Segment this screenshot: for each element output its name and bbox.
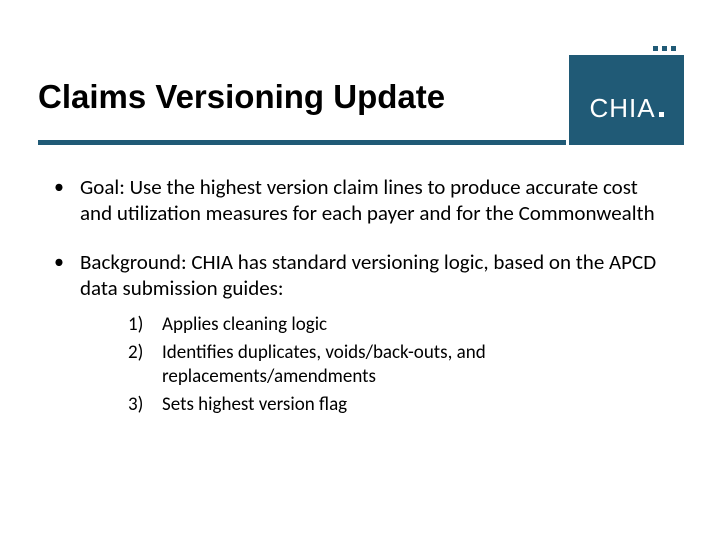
bullet-item: Background: CHIA has standard versioning…	[48, 250, 660, 416]
item-number: 3)	[128, 393, 143, 417]
numbered-item: 3) Sets highest version flag	[128, 393, 660, 417]
item-number: 2)	[128, 341, 143, 365]
item-text: Sets highest version flag	[162, 393, 347, 416]
item-text: Identifies duplicates, voids/back-outs, …	[162, 341, 486, 388]
numbered-item: 1) Applies cleaning logic	[128, 313, 660, 337]
bullet-item: Goal: Use the highest version claim line…	[48, 175, 660, 226]
content-area: Goal: Use the highest version claim line…	[48, 175, 660, 440]
slide: CHIA Claims Versioning Update Goal: Use …	[0, 0, 720, 540]
item-number: 1)	[128, 313, 143, 337]
logo-text: CHIA	[589, 93, 663, 124]
bullet-text: Background: CHIA has standard versioning…	[80, 249, 656, 301]
numbered-item: 2) Identifies duplicates, voids/back-out…	[128, 341, 660, 389]
title-underline	[38, 140, 566, 145]
page-title: Claims Versioning Update	[38, 78, 445, 116]
bullet-text: Goal: Use the highest version claim line…	[80, 174, 655, 226]
logo-dots-icon	[653, 46, 676, 51]
item-text: Applies cleaning logic	[162, 313, 327, 336]
chia-logo: CHIA	[569, 55, 684, 145]
